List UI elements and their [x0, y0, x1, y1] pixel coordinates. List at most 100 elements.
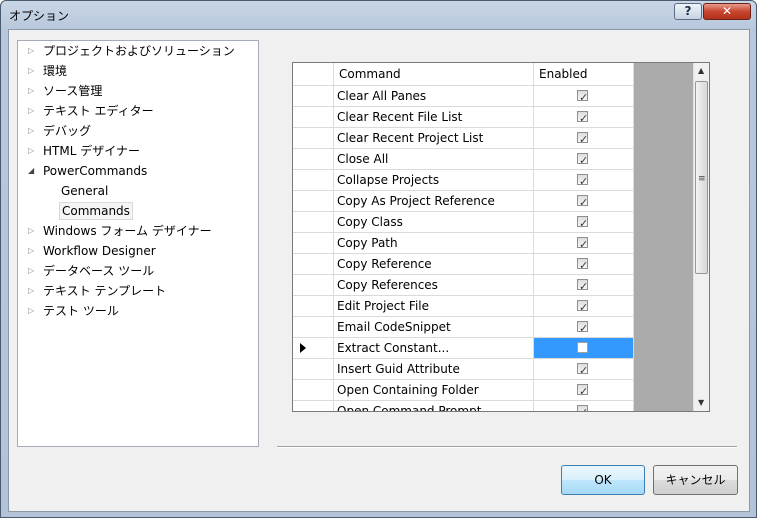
- cancel-button[interactable]: キャンセル: [653, 465, 738, 495]
- row-header[interactable]: [293, 212, 334, 233]
- current-row-pointer-icon: [300, 343, 306, 353]
- row-header[interactable]: [293, 191, 334, 212]
- row-header[interactable]: [293, 233, 334, 254]
- command-cell[interactable]: Email CodeSnippet: [334, 317, 534, 338]
- enabled-checkbox[interactable]: ✓: [577, 153, 588, 167]
- tree-item-label: ソース管理: [43, 84, 103, 98]
- row-header[interactable]: [293, 107, 334, 128]
- enabled-cell[interactable]: ✓: [534, 296, 634, 317]
- row-header[interactable]: [293, 359, 334, 380]
- collapsed-arrow-icon[interactable]: ▷: [28, 262, 38, 280]
- enabled-cell[interactable]: ✓: [534, 107, 634, 128]
- vertical-scrollbar[interactable]: ▲ ≡ ▼: [693, 63, 709, 411]
- enabled-cell[interactable]: ✓: [534, 128, 634, 149]
- column-header-command[interactable]: Command: [334, 63, 534, 86]
- ok-button[interactable]: OK: [561, 465, 645, 495]
- close-button[interactable]: ✕: [703, 3, 751, 20]
- row-header[interactable]: [293, 86, 334, 107]
- column-header-enabled[interactable]: Enabled: [534, 63, 634, 86]
- enabled-checkbox[interactable]: ✓: [577, 237, 588, 251]
- tree-item-label: Commands: [59, 202, 133, 220]
- enabled-checkbox[interactable]: ✓: [577, 174, 588, 188]
- collapsed-arrow-icon[interactable]: ▷: [28, 242, 38, 260]
- enabled-checkbox[interactable]: [577, 342, 588, 353]
- enabled-checkbox[interactable]: ✓: [577, 258, 588, 272]
- enabled-cell[interactable]: ✓: [534, 212, 634, 233]
- enabled-cell[interactable]: ✓: [534, 401, 634, 411]
- enabled-cell[interactable]: ✓: [534, 86, 634, 107]
- enabled-cell[interactable]: ✓: [534, 317, 634, 338]
- command-cell[interactable]: Copy Class: [334, 212, 534, 233]
- enabled-cell[interactable]: ✓: [534, 170, 634, 191]
- enabled-cell[interactable]: ✓: [534, 275, 634, 296]
- enabled-checkbox[interactable]: ✓: [577, 216, 588, 230]
- command-cell[interactable]: Copy As Project Reference: [334, 191, 534, 212]
- row-header[interactable]: [293, 275, 334, 296]
- row-header[interactable]: [293, 149, 334, 170]
- enabled-cell[interactable]: ✓: [534, 254, 634, 275]
- row-header[interactable]: [293, 296, 334, 317]
- command-cell[interactable]: Open Containing Folder: [334, 380, 534, 401]
- command-cell[interactable]: Copy Reference: [334, 254, 534, 275]
- tree-item-label: プロジェクトおよびソリューション: [43, 44, 235, 58]
- enabled-checkbox[interactable]: ✓: [577, 195, 588, 209]
- enabled-cell[interactable]: ✓: [534, 359, 634, 380]
- command-cell[interactable]: Copy References: [334, 275, 534, 296]
- enabled-checkbox[interactable]: ✓: [577, 111, 588, 125]
- enabled-cell[interactable]: [534, 338, 634, 359]
- tree-item-label: テスト ツール: [43, 304, 119, 318]
- scrollbar-thumb[interactable]: ≡: [695, 81, 708, 274]
- command-cell[interactable]: Edit Project File: [334, 296, 534, 317]
- checkmark-icon: ✓: [579, 217, 589, 230]
- collapsed-arrow-icon[interactable]: ▷: [28, 102, 38, 120]
- command-cell[interactable]: Open Command Prompt: [334, 401, 534, 411]
- command-cell[interactable]: Collapse Projects: [334, 170, 534, 191]
- collapsed-arrow-icon[interactable]: ▷: [28, 82, 38, 100]
- title-bar[interactable]: オプション ? ✕: [1, 1, 756, 29]
- enabled-checkbox[interactable]: ✓: [577, 321, 588, 335]
- checkmark-icon: ✓: [579, 280, 589, 293]
- command-cell[interactable]: Insert Guid Attribute: [334, 359, 534, 380]
- enabled-checkbox[interactable]: ✓: [577, 279, 588, 293]
- enabled-cell[interactable]: ✓: [534, 233, 634, 254]
- row-header[interactable]: [293, 128, 334, 149]
- enabled-cell[interactable]: ✓: [534, 380, 634, 401]
- checkmark-icon: ✓: [579, 112, 589, 125]
- row-header[interactable]: [293, 170, 334, 191]
- row-header[interactable]: [293, 338, 334, 359]
- scroll-down-arrow-icon[interactable]: ▼: [698, 398, 704, 407]
- collapsed-arrow-icon[interactable]: ▷: [28, 302, 38, 320]
- scroll-up-arrow-icon[interactable]: ▲: [698, 66, 704, 75]
- collapsed-arrow-icon[interactable]: ▷: [28, 282, 38, 300]
- separator: [277, 446, 737, 448]
- help-button[interactable]: ?: [674, 3, 702, 20]
- command-cell[interactable]: Clear Recent Project List: [334, 128, 534, 149]
- command-cell[interactable]: Copy Path: [334, 233, 534, 254]
- tree-item-label: デバッグ: [43, 124, 92, 138]
- checkmark-icon: ✓: [579, 91, 589, 104]
- row-header[interactable]: [293, 380, 334, 401]
- command-cell[interactable]: Extract Constant...: [334, 338, 534, 359]
- collapsed-arrow-icon[interactable]: ▷: [28, 122, 38, 140]
- row-header[interactable]: [293, 254, 334, 275]
- collapsed-arrow-icon[interactable]: ▷: [28, 42, 38, 60]
- collapsed-arrow-icon[interactable]: ▷: [28, 142, 38, 160]
- row-header-corner: [293, 63, 334, 86]
- row-header[interactable]: [293, 317, 334, 338]
- checkmark-icon: ✓: [579, 196, 589, 209]
- enabled-checkbox[interactable]: ✓: [577, 132, 588, 146]
- enabled-checkbox[interactable]: ✓: [577, 300, 588, 314]
- command-cell[interactable]: Close All: [334, 149, 534, 170]
- collapsed-arrow-icon[interactable]: ▷: [28, 222, 38, 240]
- collapsed-arrow-icon[interactable]: ▷: [28, 62, 38, 80]
- row-header[interactable]: [293, 401, 334, 411]
- enabled-checkbox[interactable]: ✓: [577, 405, 588, 411]
- command-cell[interactable]: Clear All Panes: [334, 86, 534, 107]
- enabled-cell[interactable]: ✓: [534, 149, 634, 170]
- enabled-checkbox[interactable]: ✓: [577, 363, 588, 377]
- enabled-checkbox[interactable]: ✓: [577, 384, 588, 398]
- enabled-cell[interactable]: ✓: [534, 191, 634, 212]
- expanded-arrow-icon[interactable]: ◢: [28, 162, 38, 180]
- command-cell[interactable]: Clear Recent File List: [334, 107, 534, 128]
- enabled-checkbox[interactable]: ✓: [577, 90, 588, 104]
